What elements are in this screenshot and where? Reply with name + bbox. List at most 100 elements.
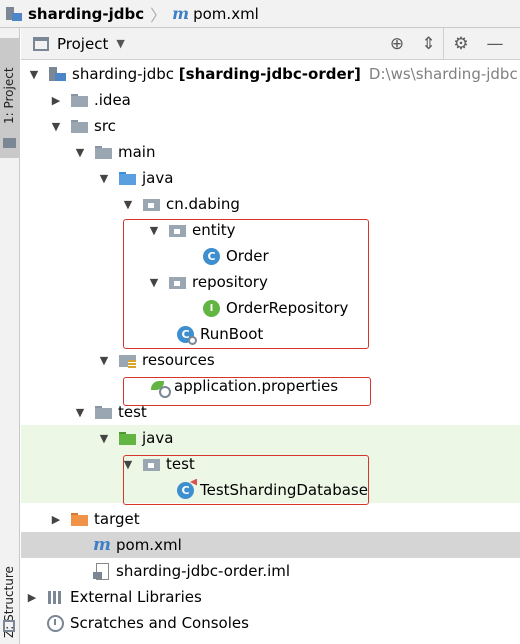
tree-item-label: TestShardingDatabase	[200, 481, 368, 499]
tree-item-label: sharding-jdbc-order.iml	[116, 562, 291, 580]
tree-item-label: Order	[226, 247, 269, 265]
chevron-down-icon[interactable]: ▼	[121, 198, 135, 211]
tree-item-interface-orderrepository[interactable]: I OrderRepository	[21, 295, 520, 321]
folder-icon	[71, 92, 88, 108]
chevron-down-icon[interactable]: ▼	[73, 146, 87, 159]
tree-item-package-cn-dabing[interactable]: ▼ cn.dabing	[21, 191, 520, 217]
folder-icon	[71, 118, 88, 134]
module-path: D:\ws\sharding-jdbc	[368, 65, 518, 83]
libraries-icon	[47, 589, 64, 605]
tree-item-root[interactable]: ▼ sharding-jdbc [sharding-jdbc-order] D:…	[21, 61, 520, 87]
tree-item-label: pom.xml	[116, 536, 182, 554]
tree-item-package-entity[interactable]: ▼ entity	[21, 217, 520, 243]
test-badge-icon	[190, 478, 197, 486]
package-icon	[169, 274, 186, 290]
tree-item-label: sharding-jdbc	[72, 65, 175, 83]
tree-item-label: application.properties	[174, 377, 339, 395]
tree-item-label: RunBoot	[200, 325, 264, 343]
source-folder-icon	[119, 170, 136, 186]
project-tab-label[interactable]: 1: Project	[2, 44, 18, 124]
folder-icon	[95, 144, 112, 160]
tree-item-application-properties[interactable]: application.properties	[21, 373, 520, 399]
tree-item-label: resources	[142, 351, 215, 369]
tree-item-target[interactable]: ▶ target	[21, 506, 520, 532]
chevron-down-icon[interactable]: ▼	[97, 354, 111, 367]
structure-icon	[3, 620, 15, 632]
tree-item-main[interactable]: ▼ main	[21, 139, 520, 165]
tree-item-label: src	[94, 117, 116, 135]
tree-item-package-repository[interactable]: ▼ repository	[21, 269, 520, 295]
tree-item-scratches[interactable]: Scratches and Consoles	[21, 610, 520, 636]
module-name: [sharding-jdbc-order]	[178, 65, 361, 83]
folder-icon	[95, 404, 112, 420]
tree-item-label: repository	[192, 273, 268, 291]
class-icon: C	[203, 247, 220, 265]
tree-item-idea[interactable]: ▶ .idea	[21, 87, 520, 113]
maven-icon: m	[93, 535, 111, 555]
tree-item-src[interactable]: ▼ src	[21, 113, 520, 139]
tree-item-label: External Libraries	[70, 588, 202, 606]
chevron-down-icon[interactable]: ▼	[147, 224, 161, 237]
tree-item-label: cn.dabing	[166, 195, 240, 213]
tree-item-java[interactable]: ▼ java	[21, 165, 520, 191]
folder-icon	[3, 138, 16, 148]
tree-item-label: target	[94, 510, 140, 528]
class-letter: C	[181, 483, 190, 497]
interface-icon: I	[203, 299, 220, 317]
package-icon	[143, 196, 160, 212]
project-view-title[interactable]: Project	[57, 35, 108, 53]
chevron-right-icon[interactable]: ▶	[49, 513, 63, 526]
tree-item-label: java	[142, 429, 174, 447]
hide-icon[interactable]: —	[478, 28, 512, 60]
chevron-right-icon[interactable]: ▶	[25, 591, 39, 604]
tree-item-test[interactable]: ▼ test	[21, 399, 520, 425]
package-icon	[143, 456, 160, 472]
tree-item-label: test	[166, 455, 195, 473]
tree-item-label: test	[118, 403, 147, 421]
properties-file-icon	[151, 378, 171, 398]
tree-item-package-test[interactable]: ▼ test	[21, 451, 520, 477]
tree-item-label: main	[118, 143, 156, 161]
excluded-folder-icon	[71, 511, 88, 527]
tree-item-label: OrderRepository	[226, 299, 349, 317]
maven-icon: m	[172, 4, 190, 23]
tree-item-iml-file[interactable]: sharding-jdbc-order.iml	[21, 558, 520, 584]
run-badge-icon	[188, 335, 197, 345]
gear-icon[interactable]: ⚙	[444, 28, 478, 60]
breadcrumb-project[interactable]: sharding-jdbc	[28, 5, 144, 23]
chevron-down-icon[interactable]: ▼	[147, 276, 161, 289]
chevron-down-icon[interactable]: ▼	[116, 37, 124, 50]
tree-item-label: java	[142, 169, 174, 187]
tree-item-external-libraries[interactable]: ▶ External Libraries	[21, 584, 520, 610]
test-class-icon: C	[177, 478, 197, 499]
chevron-down-icon[interactable]: ▼	[49, 120, 63, 133]
breadcrumb-file[interactable]: pom.xml	[193, 5, 259, 23]
test-source-folder-icon	[119, 430, 136, 446]
module-folder-icon	[49, 66, 66, 82]
window-icon	[33, 36, 49, 51]
chevron-down-icon[interactable]: ▼	[27, 68, 41, 81]
tree-item-label: Scratches and Consoles	[70, 614, 249, 632]
chevron-down-icon[interactable]: ▼	[97, 432, 111, 445]
chevron-down-icon[interactable]: ▼	[73, 406, 87, 419]
scratches-icon	[47, 614, 64, 632]
iml-file-icon	[93, 563, 110, 580]
module-icon	[6, 6, 22, 21]
spring-boot-class-icon: C	[177, 325, 197, 345]
tree-item-class-order[interactable]: C Order	[21, 243, 520, 269]
chevron-down-icon[interactable]: ▼	[97, 172, 111, 185]
chevron-down-icon[interactable]: ▼	[121, 458, 135, 471]
tree-item-resources[interactable]: ▼ resources	[21, 347, 520, 373]
resources-folder-icon	[119, 352, 136, 368]
collapse-icon[interactable]: ⇕	[414, 28, 444, 60]
tree-item-label: entity	[192, 221, 236, 239]
tree-item-pom-xml[interactable]: m pom.xml	[21, 532, 520, 558]
chevron-right-icon[interactable]: ▶	[49, 94, 63, 107]
locate-icon[interactable]: ⊕	[380, 28, 414, 60]
tree-item-class-runboot[interactable]: C RunBoot	[21, 321, 520, 347]
package-icon	[169, 222, 186, 238]
breadcrumb-separator: 〉	[150, 5, 167, 25]
tool-window-strip: 1: Project Z: Structure	[0, 28, 20, 644]
tree-item-test-java[interactable]: ▼ java	[21, 425, 520, 451]
tree-item-class-testshardingdatabase[interactable]: C TestShardingDatabase	[21, 477, 520, 503]
